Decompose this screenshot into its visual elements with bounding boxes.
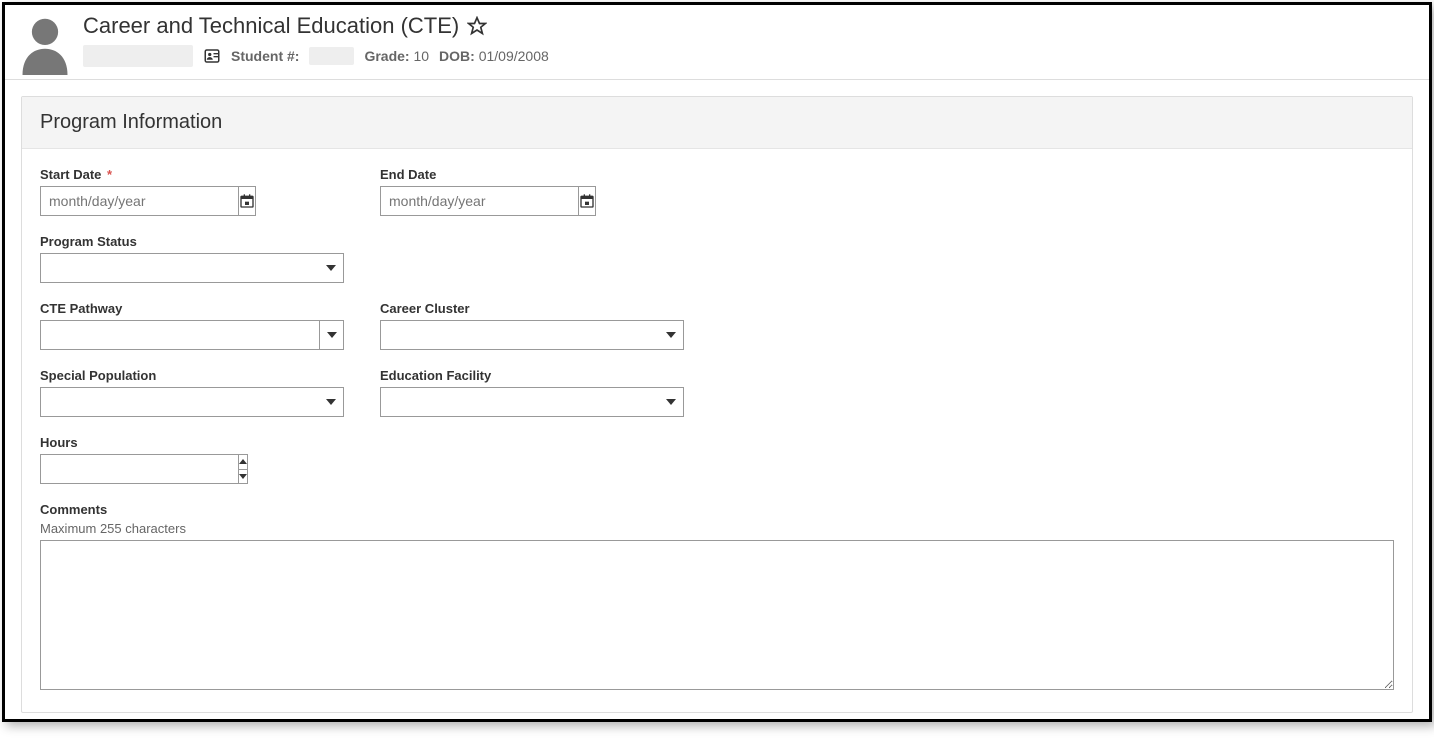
triangle-up-icon — [239, 459, 247, 464]
special-population-label: Special Population — [40, 368, 380, 383]
hours-input[interactable] — [40, 454, 238, 484]
comments-hint: Maximum 255 characters — [40, 521, 1394, 536]
education-facility-label: Education Facility — [380, 368, 720, 383]
comments-field: Comments Maximum 255 characters — [40, 502, 1394, 690]
start-date-label: Start Date — [40, 167, 101, 182]
id-card-icon[interactable] — [203, 47, 221, 65]
page-title: Career and Technical Education (CTE) — [83, 13, 459, 39]
start-date-calendar-button[interactable] — [238, 186, 256, 216]
hours-increment-button[interactable] — [239, 455, 247, 470]
education-facility-field: Education Facility — [380, 368, 720, 417]
chevron-down-icon — [659, 321, 683, 349]
required-indicator: * — [107, 167, 112, 182]
program-status-label: Program Status — [40, 234, 380, 249]
cte-pathway-field: CTE Pathway — [40, 301, 380, 350]
program-status-value[interactable] — [41, 254, 319, 282]
special-population-select[interactable] — [40, 387, 344, 417]
career-cluster-field: Career Cluster — [380, 301, 720, 350]
avatar — [15, 15, 75, 75]
student-name-redacted — [83, 45, 193, 67]
student-number-redacted — [309, 47, 354, 65]
dob-label: DOB: — [439, 48, 475, 64]
start-date-field: Start Date * — [40, 167, 380, 216]
special-population-field: Special Population — [40, 368, 380, 417]
cte-pathway-label: CTE Pathway — [40, 301, 380, 316]
grade-label: Grade: — [364, 48, 409, 64]
end-date-label: End Date — [380, 167, 720, 182]
comments-label: Comments — [40, 502, 1394, 517]
hours-decrement-button[interactable] — [239, 470, 247, 484]
cte-pathway-value[interactable] — [41, 321, 319, 349]
dob-value: 01/09/2008 — [479, 48, 549, 64]
calendar-icon — [239, 193, 255, 209]
program-status-field: Program Status — [40, 234, 380, 283]
calendar-icon — [579, 193, 595, 209]
end-date-field: End Date — [380, 167, 720, 216]
education-facility-select[interactable] — [380, 387, 684, 417]
end-date-calendar-button[interactable] — [578, 186, 596, 216]
program-information-panel: Program Information Start Date * — [21, 96, 1413, 713]
special-population-value[interactable] — [41, 388, 319, 416]
chevron-down-icon — [319, 388, 343, 416]
chevron-down-icon — [319, 321, 343, 349]
triangle-down-icon — [239, 474, 247, 479]
cte-pathway-select[interactable] — [40, 320, 344, 350]
education-facility-value[interactable] — [381, 388, 659, 416]
chevron-down-icon — [659, 388, 683, 416]
student-number-label: Student #: — [231, 48, 299, 64]
start-date-input[interactable] — [40, 186, 238, 216]
comments-textarea[interactable] — [40, 540, 1394, 690]
chevron-down-icon — [319, 254, 343, 282]
grade-value: 10 — [413, 48, 429, 64]
career-cluster-label: Career Cluster — [380, 301, 720, 316]
career-cluster-value[interactable] — [381, 321, 659, 349]
hours-label: Hours — [40, 435, 380, 450]
panel-title: Program Information — [22, 97, 1412, 149]
end-date-input[interactable] — [380, 186, 578, 216]
program-status-select[interactable] — [40, 253, 344, 283]
hours-field: Hours — [40, 435, 380, 484]
career-cluster-select[interactable] — [380, 320, 684, 350]
person-icon — [15, 15, 75, 75]
favorite-star-icon[interactable] — [467, 16, 487, 36]
page-header: Career and Technical Education (CTE) Stu… — [5, 5, 1429, 80]
